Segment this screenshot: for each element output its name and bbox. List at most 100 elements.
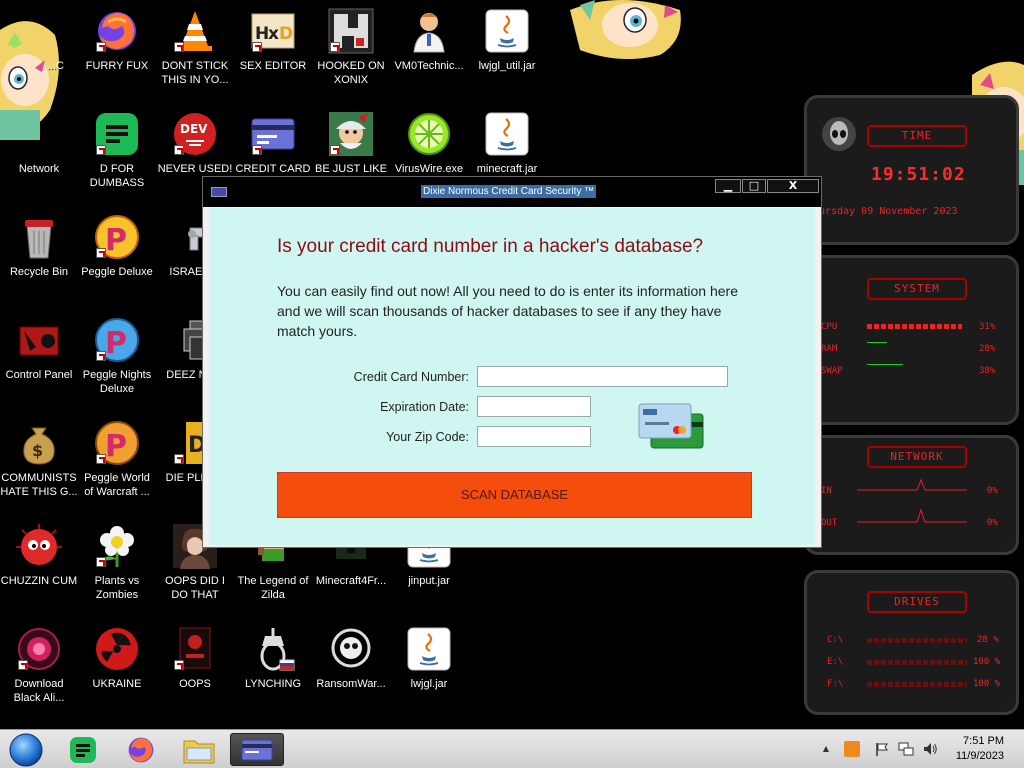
ram-label: RAM	[821, 344, 838, 354]
desktop-icon-label: VirusWire.exe	[394, 163, 464, 175]
taskbar-firefox[interactable]	[116, 733, 166, 766]
desktop-icon-label: Peggle World of Warcraft ...	[84, 472, 150, 498]
action-center-flag-icon[interactable]	[874, 741, 890, 757]
doctor-person-icon	[406, 8, 452, 54]
dark-app-icon	[172, 626, 218, 672]
desktop-icon-label: CHUZZIN CUM	[0, 575, 78, 587]
clock-date: 11/9/2023	[955, 750, 1004, 762]
desktop-icon-vm0technic[interactable]: VM0Technic...	[390, 8, 468, 73]
show-hidden-icons-button[interactable]: ▲	[818, 741, 834, 757]
desktop-icon-label: lwjgl_util.jar	[478, 60, 536, 72]
drive-c-value: 28 %	[977, 635, 999, 645]
svg-text:$: $	[32, 441, 43, 460]
window-titlebar[interactable]: Dixie Normous Credit Card Security ™ ▁ □…	[203, 177, 821, 207]
volume-icon[interactable]	[922, 741, 938, 757]
net-in-graph	[857, 478, 967, 491]
shortcut-arrow-icon	[96, 248, 106, 258]
desktop-icon-dont-stick[interactable]: DONT STICK THIS IN YO...	[156, 8, 234, 87]
peggle-icon: P	[94, 317, 140, 363]
desktop-icon-lwjgl-jar[interactable]: lwjgl.jar	[390, 626, 468, 691]
desktop-icon-peggle-wow[interactable]: P Peggle World of Warcraft ...	[78, 420, 156, 499]
net-in-label: IN	[821, 486, 832, 496]
network-tray-icon[interactable]	[898, 741, 914, 757]
desktop-icon-label: The Legend of Zilda	[237, 575, 309, 601]
card-number-input[interactable]	[477, 366, 728, 387]
gadget-system-title: SYSTEM	[867, 278, 967, 300]
java-jar-icon	[406, 626, 452, 672]
gadget-network-panel: NETWORK IN 0% OUT 0%	[804, 435, 1019, 555]
desktop-icon-hooked-on-xonix[interactable]: HOOKED ON XONIX	[312, 8, 390, 87]
minimize-button[interactable]: ▁	[715, 179, 741, 193]
taskbar-file-explorer[interactable]	[174, 733, 224, 766]
desktop-icon-sex-editor[interactable]: HxD SEX EDITOR	[234, 8, 312, 73]
money-bag-icon: $	[16, 420, 62, 466]
desktop-icon-d-for-dumbass[interactable]: D FOR DUMBASS	[78, 111, 156, 190]
credit-card-icon	[241, 739, 273, 760]
desktop-icon-c[interactable]: ...C	[0, 8, 78, 73]
cpu-value: 31%	[979, 322, 996, 332]
desktop-icon-plants-vs-zombies[interactable]: Plants vs Zombies	[78, 523, 156, 602]
desktop-icon-oops[interactable]: OOPS	[156, 626, 234, 691]
drive-c-label: C:\	[827, 635, 844, 645]
taskbar-clock[interactable]: 7:51 PM 11/9/2023	[956, 734, 1004, 764]
cartoon-character-top	[570, 0, 681, 59]
folder-icon	[183, 740, 215, 763]
desktop-icon-communists[interactable]: $ COMMUNISTS HATE THIS G...	[0, 420, 78, 499]
credit-card-security-window[interactable]: Dixie Normous Credit Card Security ™ ▁ □…	[202, 176, 822, 548]
desktop-icon-download-black-ali[interactable]: Download Black Ali...	[0, 626, 78, 705]
taskbar-credit-card-checker[interactable]	[230, 733, 284, 766]
desktop-icon-label: SEX EDITOR	[239, 60, 307, 72]
desktop-icon-peggle-deluxe[interactable]: P Peggle Deluxe	[78, 214, 156, 279]
firefox-icon	[94, 8, 140, 54]
desktop-icon-furry-fux[interactable]: FURRY FUX	[78, 8, 156, 73]
scan-database-button[interactable]: SCAN DATABASE	[277, 472, 752, 518]
desktop-icon-label: OOPS	[179, 678, 211, 690]
drive-f-bar	[867, 682, 967, 687]
taskbar-green-app[interactable]	[58, 733, 108, 766]
svg-text:x: x	[268, 24, 279, 44]
desktop-icon-ransomware[interactable]: RansomWar...	[312, 626, 390, 691]
gadget-time-title: TIME	[867, 125, 967, 147]
expiration-date-input[interactable]	[477, 396, 591, 417]
desktop-icon-peggle-nights[interactable]: P Peggle Nights Deluxe	[78, 317, 156, 396]
desktop-icon-network[interactable]: Network	[0, 111, 78, 176]
maximize-button[interactable]: □	[742, 179, 766, 193]
desktop-icon-label: OOPS DID I DO THAT	[165, 575, 225, 601]
system-monitor-gadget[interactable]: TIME 19:51:02 Thursday 09 November 2023 …	[794, 95, 1024, 720]
zip-code-label: Your Zip Code:	[386, 430, 469, 444]
desktop-icon-chuzzin-cum[interactable]: CHUZZIN CUM	[0, 523, 78, 588]
vlc-cone-icon	[172, 8, 218, 54]
cpu-label: CPU	[821, 322, 838, 332]
desktop-icon-lwjgl-util-jar[interactable]: lwjgl_util.jar	[468, 8, 546, 73]
desktop-icon-viruswire[interactable]: VirusWire.exe	[390, 111, 468, 176]
shortcut-arrow-icon	[174, 660, 184, 670]
drive-c-bar	[867, 638, 967, 643]
gadget-drives-title: DRIVES	[867, 591, 967, 613]
desktop-icon-lynching[interactable]: LYNCHING	[234, 626, 312, 691]
net-out-value: 0%	[987, 518, 998, 528]
start-button[interactable]	[2, 733, 50, 766]
gadget-date: Thursday 09 November 2023	[807, 206, 958, 217]
desktop-icon-minecraft-jar[interactable]: minecraft.jar	[468, 111, 546, 176]
drive-f-label: F:\	[827, 679, 844, 689]
credit-card-icon	[250, 111, 296, 157]
shortcut-arrow-icon	[174, 454, 184, 464]
flower-icon	[94, 523, 140, 569]
desktop-icon-control-panel[interactable]: Control Panel	[0, 317, 78, 382]
desktop-icon-label: NEVER USED!	[157, 163, 233, 175]
window-content: Is your credit card number in a hacker's…	[209, 208, 815, 545]
close-button[interactable]: X	[767, 179, 819, 193]
credit-cards-icon	[638, 403, 704, 449]
alien-logo-icon	[822, 117, 856, 151]
desktop-icon-recycle-bin[interactable]: Recycle Bin	[0, 214, 78, 279]
desktop-icon-label: Plants vs Zombies	[94, 575, 140, 601]
zip-code-input[interactable]	[477, 426, 591, 447]
shortcut-arrow-icon	[18, 660, 28, 670]
desktop-icon-never-used[interactable]: DEV NEVER USED!	[156, 111, 234, 176]
desktop-icon-ukraine[interactable]: UKRAINE	[78, 626, 156, 691]
tray-app-icon[interactable]	[844, 741, 860, 757]
green-app-icon	[70, 736, 96, 763]
skull-icon	[328, 626, 374, 672]
net-out-graph	[857, 508, 967, 523]
desktop-icon-label: Recycle Bin	[9, 266, 69, 278]
